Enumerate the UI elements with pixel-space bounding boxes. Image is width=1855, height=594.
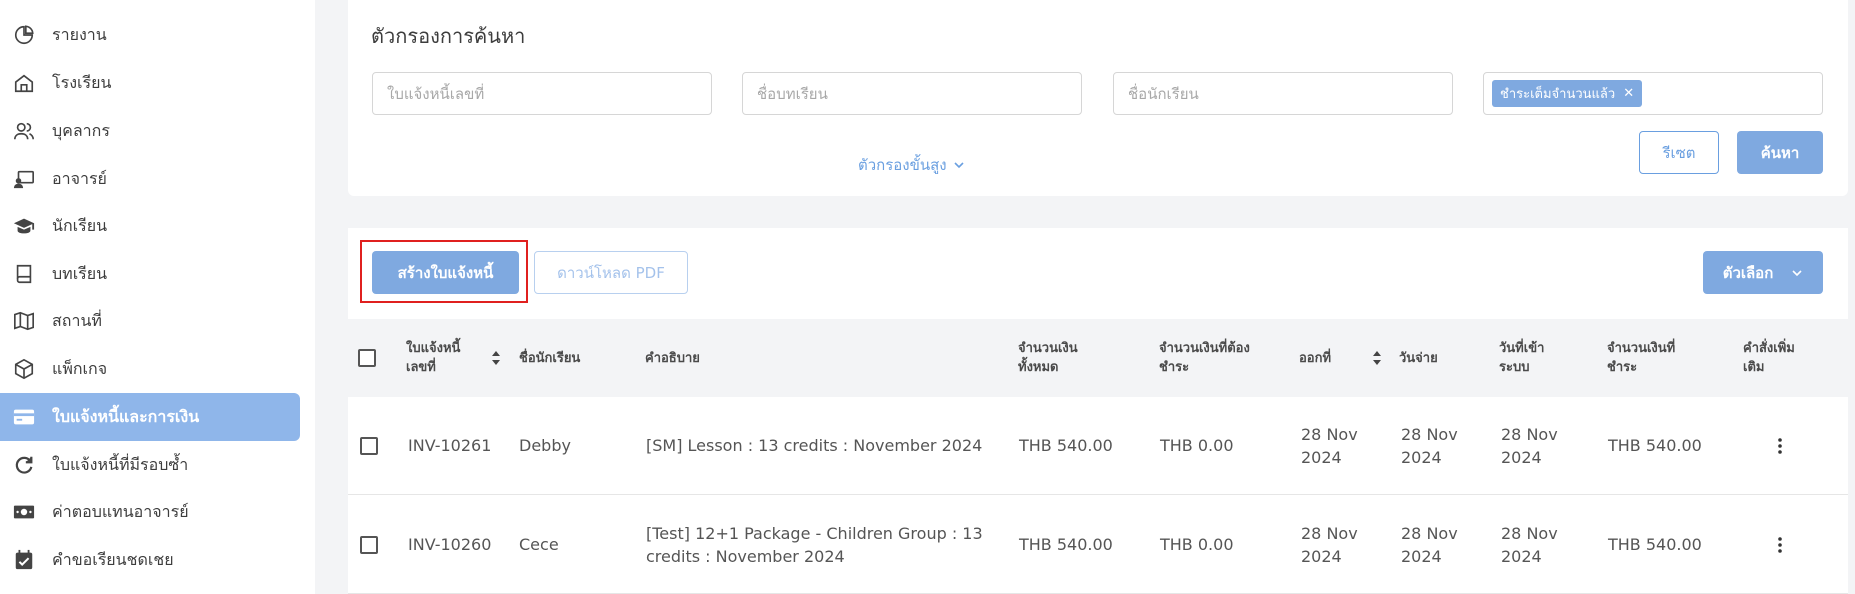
filter-title: ตัวกรองการค้นหา: [371, 24, 526, 48]
options-button[interactable]: ตัวเลือก: [1703, 251, 1823, 294]
row-checkbox[interactable]: [360, 536, 378, 554]
header-due-date: วันจ่าย: [1399, 351, 1438, 366]
options-label: ตัวเลือก: [1722, 263, 1774, 282]
search-button[interactable]: ค้นหา: [1737, 131, 1823, 174]
sidebar-item-label: โรงเรียน: [52, 72, 112, 92]
sidebar-item-teacher-pay[interactable]: ค่าตอบแทนอาจารย์: [0, 488, 300, 536]
book-icon: [12, 262, 36, 286]
pie-chart-icon: [12, 23, 36, 47]
lesson-name-input[interactable]: [742, 72, 1082, 115]
sidebar-item-students[interactable]: นักเรียน: [0, 202, 300, 250]
advanced-filter-label: ตัวกรองขั้นสูง: [858, 156, 947, 174]
invoice-number-input[interactable]: [372, 72, 712, 115]
description: [Test] 12+1 Package - Children Group : 1…: [646, 524, 983, 566]
sort-icon[interactable]: [1372, 351, 1382, 365]
select-all-checkbox[interactable]: [358, 349, 376, 367]
sidebar-item-invoices[interactable]: ใบแจ้งหนี้และการเงิน: [0, 393, 300, 441]
paid-amount: THB 540.00: [1608, 535, 1702, 554]
row-checkbox[interactable]: [360, 437, 378, 455]
teacher-icon: [12, 167, 36, 191]
header-paid: จำนวนเงินที่ ชำระ: [1607, 341, 1676, 375]
invoice-number[interactable]: INV-10261: [408, 434, 491, 457]
sidebar-item-label: บทเรียน: [52, 263, 108, 283]
header-total: จำนวนเงิน ทั้งหมด: [1018, 341, 1078, 375]
entered-date: 28 Nov 2024: [1501, 524, 1558, 566]
calendar-check-icon: [12, 548, 36, 572]
users-icon: [12, 119, 36, 143]
header-student: ชื่อนักเรียน: [519, 351, 581, 366]
more-actions-icon[interactable]: [1778, 536, 1782, 554]
refresh-icon: [12, 453, 36, 477]
status-select[interactable]: ชำระเต็มจำนวนแล้ว ✕: [1483, 72, 1823, 115]
status-tag: ชำระเต็มจำนวนแล้ว ✕: [1492, 80, 1643, 107]
amount-due: THB 0.00: [1160, 436, 1234, 455]
sidebar-item-label: คำขอเรียนชดเชย: [52, 549, 174, 569]
reset-button[interactable]: รีเซต: [1639, 131, 1719, 174]
sidebar-item-school[interactable]: โรงเรียน: [0, 59, 300, 107]
due-date: 28 Nov 2024: [1401, 524, 1458, 566]
sidebar-item-label: อาจารย์: [52, 168, 107, 188]
search-filter-panel: ตัวกรองการค้นหา ชำระเต็มจำนวนแล้ว ✕ ตัวก…: [348, 0, 1848, 196]
sidebar-item-makeup-requests[interactable]: คำขอเรียนชดเชย: [0, 536, 300, 584]
header-issued[interactable]: ออกที่: [1299, 349, 1331, 368]
invoice-number[interactable]: INV-10260: [408, 533, 491, 556]
table-header: ใบแจ้งหนี้ เลขที่ ชื่อนักเรียน คำอธิบาย จ…: [348, 319, 1848, 397]
sidebar: รายงาน โรงเรียน บุคลากร อาจารย์ นักเรียน…: [0, 0, 315, 594]
total-amount: THB 540.00: [1019, 535, 1113, 554]
invoice-list-panel: สร้างใบแจ้งหนี้ ดาวน์โหลด PDF ตัวเลือก ใ…: [348, 228, 1848, 594]
total-amount: THB 540.00: [1019, 436, 1113, 455]
remove-tag-icon[interactable]: ✕: [1623, 86, 1634, 101]
sidebar-item-label: นักเรียน: [52, 215, 107, 235]
sidebar-item-label: ใบแจ้งหนี้ที่มีรอบซ้ำ: [52, 454, 189, 474]
status-tag-label: ชำระเต็มจำนวนแล้ว: [1500, 87, 1616, 102]
header-invoice-no[interactable]: ใบแจ้งหนี้ เลขที่: [406, 339, 460, 377]
graduation-cap-icon: [12, 214, 36, 238]
sidebar-item-label: แพ็กเกจ: [52, 358, 108, 378]
header-entered: วันที่เข้า ระบบ: [1499, 341, 1545, 375]
sidebar-item-locations[interactable]: สถานที่: [0, 297, 300, 345]
sidebar-item-label: ค่าตอบแทนอาจารย์: [52, 501, 189, 521]
sidebar-item-reports[interactable]: รายงาน: [0, 11, 300, 59]
student-name-input[interactable]: [1113, 72, 1453, 115]
money-icon: [12, 500, 36, 524]
map-icon: [12, 309, 36, 333]
amount-due: THB 0.00: [1160, 535, 1234, 554]
create-invoice-button[interactable]: สร้างใบแจ้งหนี้: [372, 251, 519, 294]
entered-date: 28 Nov 2024: [1501, 425, 1558, 467]
chevron-down-icon: [954, 162, 964, 169]
sidebar-item-label: ใบแจ้งหนี้และการเงิน: [52, 406, 200, 426]
sidebar-item-label: สถานที่: [52, 310, 102, 330]
due-date: 28 Nov 2024: [1401, 425, 1458, 467]
download-pdf-button[interactable]: ดาวน์โหลด PDF: [534, 251, 688, 294]
sidebar-item-teachers[interactable]: อาจารย์: [0, 155, 300, 203]
credit-card-icon: [12, 405, 36, 429]
description: [SM] Lesson : 13 credits : November 2024: [646, 436, 983, 455]
header-actions: คำสั่งเพิ่ม เติม: [1743, 341, 1795, 375]
sidebar-item-lessons[interactable]: บทเรียน: [0, 250, 300, 298]
header-description: คำอธิบาย: [645, 351, 700, 366]
sidebar-item-label: บุคลากร: [52, 120, 110, 140]
sort-icon[interactable]: [491, 351, 501, 365]
paid-amount: THB 540.00: [1608, 436, 1702, 455]
header-amount-due: จำนวนเงินที่ต้อง ชำระ: [1159, 341, 1250, 375]
more-actions-icon[interactable]: [1778, 437, 1782, 455]
sidebar-item-staff[interactable]: บุคลากร: [0, 107, 300, 155]
chevron-down-icon: [1792, 269, 1802, 276]
table-row[interactable]: INV-10261 Debby [SM] Lesson : 13 credits…: [348, 397, 1848, 495]
issued-date: 28 Nov 2024: [1301, 425, 1358, 467]
home-icon: [12, 71, 36, 95]
advanced-filter-toggle[interactable]: ตัวกรองขั้นสูง: [858, 153, 965, 177]
sidebar-item-packages[interactable]: แพ็กเกจ: [0, 345, 300, 393]
student-name: Debby: [519, 436, 571, 455]
sidebar-item-recurring-invoices[interactable]: ใบแจ้งหนี้ที่มีรอบซ้ำ: [0, 441, 300, 489]
issued-date: 28 Nov 2024: [1301, 524, 1358, 566]
package-icon: [12, 357, 36, 381]
student-name: Cece: [519, 535, 559, 554]
table-row[interactable]: INV-10260 Cece [Test] 12+1 Package - Chi…: [348, 496, 1848, 594]
sidebar-item-label: รายงาน: [52, 24, 107, 44]
